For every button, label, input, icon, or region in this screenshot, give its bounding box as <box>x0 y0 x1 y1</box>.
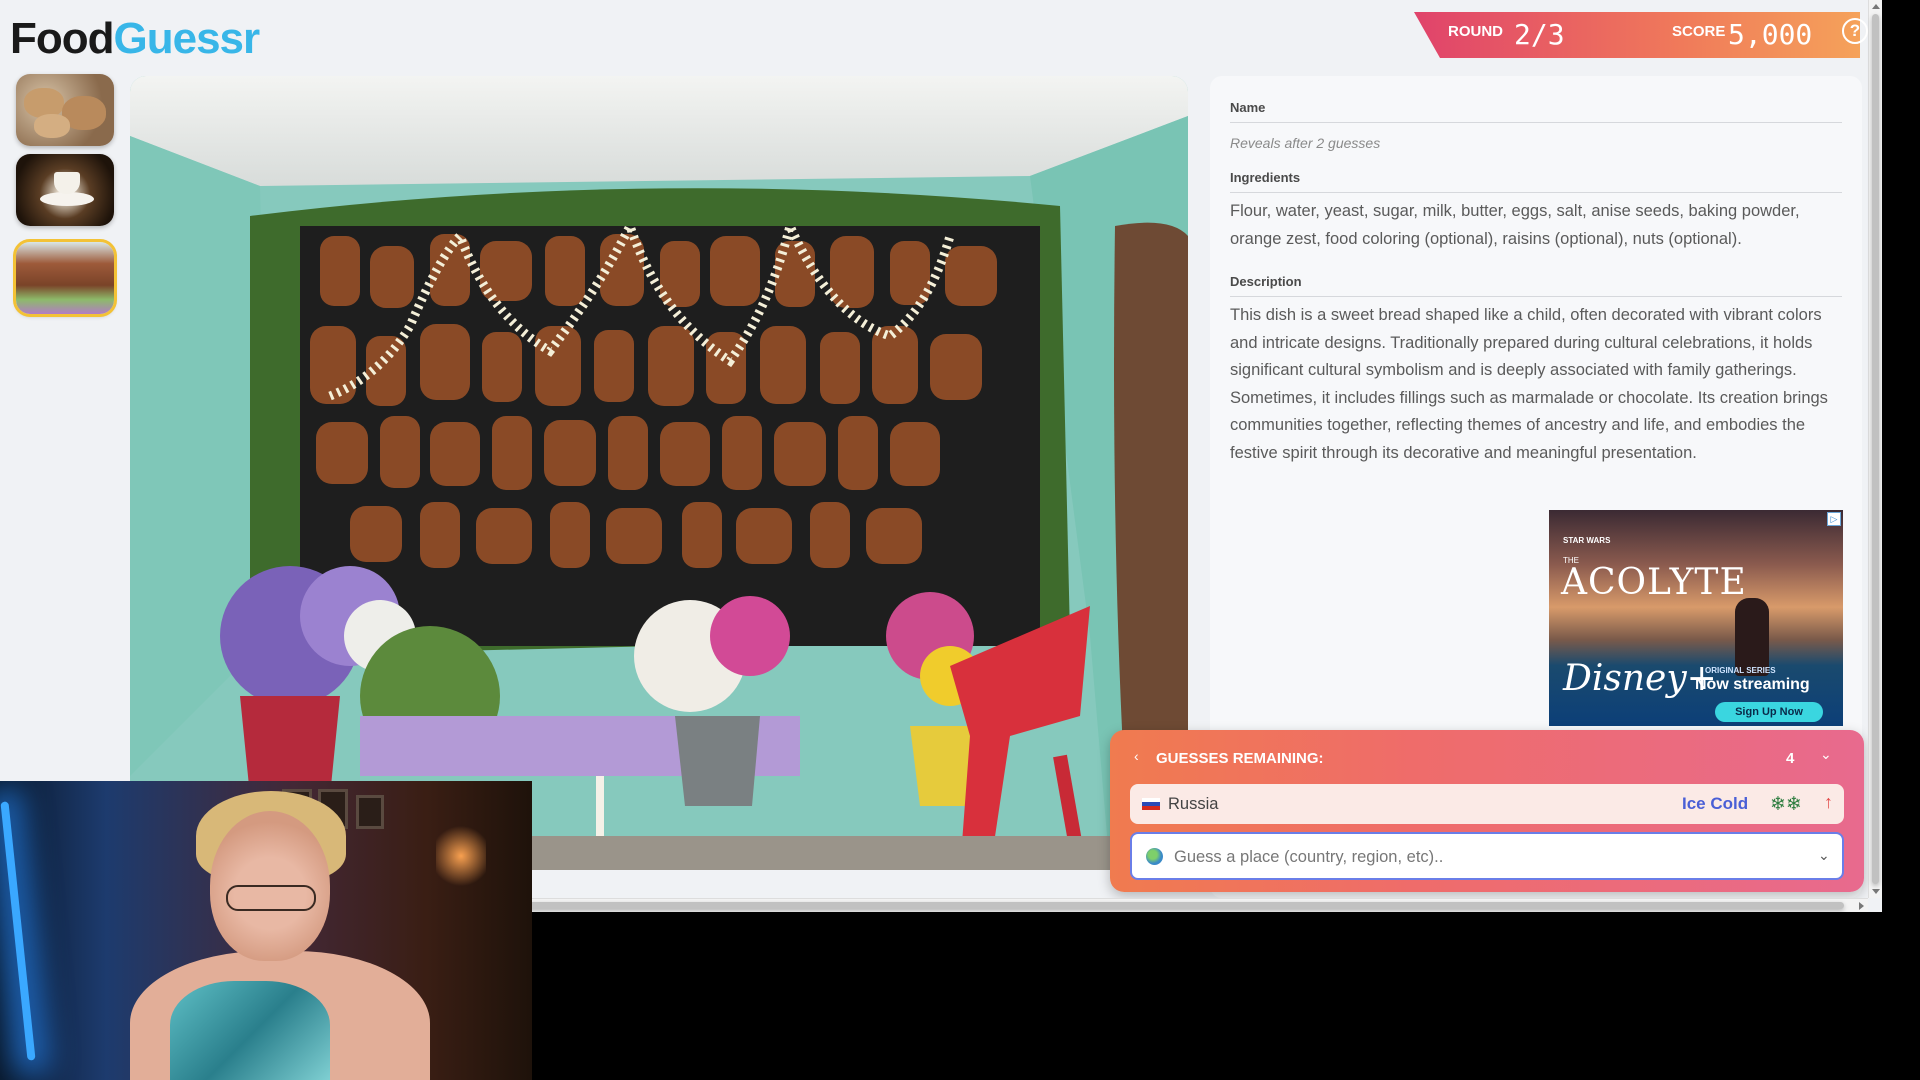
russia-flag-icon <box>1142 798 1160 810</box>
description-title: Description <box>1230 274 1302 289</box>
browser-page: FoodGuessr ROUND 2/3 SCORE 5,000 ? Name … <box>0 0 1882 912</box>
guess-temperature: Ice Cold <box>1682 794 1749 813</box>
round-score-bar: ROUND 2/3 SCORE 5,000 <box>1414 12 1860 58</box>
streamer-top <box>170 981 330 1080</box>
guess-input-placeholder: Guess a place (country, region, etc).. <box>1174 848 1444 866</box>
neon-light <box>0 801 36 1061</box>
logo-guessr: Guessr <box>113 14 261 63</box>
scroll-right-icon[interactable] <box>1859 902 1864 910</box>
ad-franchise: STAR WARS <box>1563 536 1611 545</box>
logo-food: Food <box>10 14 115 63</box>
score-label: SCORE <box>1672 23 1726 40</box>
divider <box>1230 296 1842 297</box>
guesses-panel: ‹ GUESSES REMAINING: 4 ⌄ Russia Ice Cold… <box>1110 730 1864 892</box>
scroll-down-icon[interactable] <box>1872 889 1880 894</box>
lamp-glow <box>436 821 486 891</box>
scroll-up-icon[interactable] <box>1872 4 1880 9</box>
foodguessr-logo[interactable]: FoodGuessr <box>10 14 261 64</box>
direction-arrow-icon: ↑ <box>1824 792 1833 812</box>
ad-title: ACOLYTE <box>1561 562 1747 603</box>
name-value: Reveals after 2 guesses <box>1230 135 1381 151</box>
bread-thumbnail[interactable] <box>16 74 114 146</box>
streamer-glasses <box>226 885 316 911</box>
ad-brand-logo: Disney+ <box>1563 658 1717 699</box>
scrollbar-thumb[interactable] <box>1872 14 1879 884</box>
wall-frame <box>356 795 384 829</box>
ingredients-title: Ingredients <box>1230 170 1301 185</box>
help-icon[interactable]: ? <box>1842 18 1868 44</box>
chevron-down-icon[interactable]: ⌄ <box>1818 847 1830 864</box>
guess-place-input[interactable]: Guess a place (country, region, etc).. ⌄ <box>1130 832 1844 880</box>
divider <box>1230 122 1842 123</box>
description-value: This dish is a sweet bread shaped like a… <box>1230 306 1828 462</box>
chevron-down-icon[interactable]: ⌄ <box>1820 746 1832 763</box>
food-photo <box>130 76 1188 870</box>
globe-icon <box>1146 848 1163 865</box>
collapse-icon[interactable]: ‹ <box>1134 748 1139 764</box>
ad-signup-button[interactable]: Sign Up Now <box>1715 702 1823 722</box>
webcam-overlay <box>0 781 532 1080</box>
divider <box>1230 192 1842 193</box>
guesses-remaining-label: GUESSES REMAINING: <box>1156 750 1324 767</box>
adchoices-icon[interactable]: ▷ <box>1827 512 1841 526</box>
snowflake-icon: ❄❄ <box>1770 794 1802 815</box>
guess-row: Russia Ice Cold ❄❄ ↑ <box>1130 784 1844 824</box>
altar-thumbnail[interactable] <box>13 239 117 317</box>
ad-status: Now streaming <box>1695 676 1810 693</box>
round-value: 2/3 <box>1514 18 1565 51</box>
coffee-thumbnail[interactable] <box>16 154 114 226</box>
ad-series: ORIGINAL SERIES <box>1705 666 1776 675</box>
score-value: 5,000 <box>1728 18 1813 51</box>
ad-figure <box>1735 598 1769 676</box>
name-title: Name <box>1230 100 1266 115</box>
ingredients-value: Flour, water, yeast, sugar, milk, butter… <box>1230 202 1800 248</box>
guesses-remaining-count: 4 <box>1786 750 1795 767</box>
round-label: ROUND <box>1448 23 1503 40</box>
vertical-scrollbar[interactable] <box>1868 0 1882 898</box>
guess-country: Russia <box>1168 795 1219 813</box>
advertisement[interactable]: ▷ STAR WARS THE ACOLYTE Disney+ ORIGINAL… <box>1549 510 1843 726</box>
